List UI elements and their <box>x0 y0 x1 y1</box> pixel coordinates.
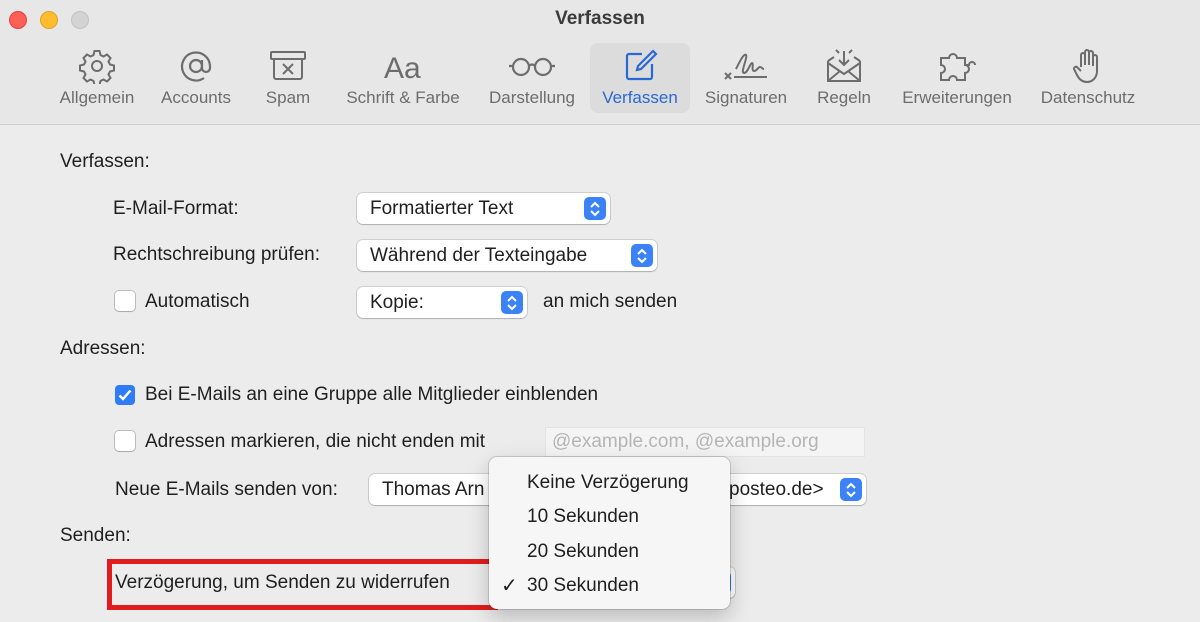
auto-copy-value: Kopie: <box>370 292 424 313</box>
chevron-updown-icon <box>840 478 862 501</box>
at-icon <box>178 46 214 86</box>
undo-send-menu: Keine Verzögerung 10 Sekunden 20 Sekunde… <box>489 457 730 609</box>
tab-label: Erweiterungen <box>902 88 1012 107</box>
puzzle-icon <box>935 46 979 86</box>
tab-schrift-farbe[interactable]: Aa Schrift & Farbe <box>338 43 468 113</box>
rules-envelope-icon <box>824 46 864 86</box>
send-from-label: Neue E-Mails senden von: <box>115 479 338 500</box>
hand-icon <box>1072 46 1104 86</box>
tab-allgemein[interactable]: Allgemein <box>53 43 141 113</box>
tab-verfassen[interactable]: Verfassen <box>590 43 690 113</box>
auto-copy-suffix: an mich senden <box>543 291 678 312</box>
send-from-value-end: posteo.de> <box>729 479 824 500</box>
menu-item-30-sekunden[interactable]: 30 Sekunden <box>527 574 639 598</box>
mark-addresses-checkbox[interactable] <box>115 431 135 451</box>
group-members-label: Bei E-Mails an eine Gruppe alle Mitglied… <box>145 384 599 405</box>
compose-icon <box>622 46 658 86</box>
tab-erweiterungen[interactable]: Erweiterungen <box>893 43 1021 113</box>
tab-accounts[interactable]: Accounts <box>152 43 240 113</box>
domain-exclusion-placeholder: @example.com, @example.org <box>552 431 819 452</box>
auto-copy-popup[interactable]: Kopie: <box>357 287 527 318</box>
tab-label: Verfassen <box>602 88 678 107</box>
auto-copy-checkbox[interactable] <box>115 291 135 311</box>
glasses-icon <box>507 46 557 86</box>
junk-tray-icon <box>269 46 307 86</box>
menu-item-10-sekunden[interactable]: 10 Sekunden <box>527 505 639 529</box>
annotation-highlight-box <box>107 559 498 610</box>
font-icon: Aa <box>383 46 423 86</box>
gear-icon <box>79 46 115 86</box>
tab-darstellung[interactable]: Darstellung <box>480 43 584 113</box>
tab-label: Spam <box>265 88 311 107</box>
selected-check-icon: ✓ <box>501 575 518 597</box>
spellcheck-label: Rechtschreibung prüfen: <box>113 244 321 265</box>
signature-icon <box>722 46 770 86</box>
window-toolbar: Verfassen Allgemein Accounts Spam Aa Sch… <box>0 0 1200 125</box>
spellcheck-popup[interactable]: Während der Texteingabe <box>357 240 657 271</box>
section-label-compose: Verfassen: <box>60 151 150 172</box>
menu-item-keine-verzoegerung[interactable]: Keine Verzögerung <box>527 471 689 495</box>
svg-text:Aa: Aa <box>384 52 421 83</box>
tab-regeln[interactable]: Regeln <box>808 43 880 113</box>
chevron-updown-icon <box>631 244 653 267</box>
tab-label: Schrift & Farbe <box>346 88 460 107</box>
window-title: Verfassen <box>555 8 645 29</box>
chevron-updown-icon <box>501 291 523 314</box>
tab-label: Regeln <box>817 88 871 107</box>
email-format-label: E-Mail-Format: <box>113 198 239 219</box>
chevron-updown-icon <box>584 197 606 220</box>
tab-signaturen[interactable]: Signaturen <box>698 43 794 113</box>
tab-label: Accounts <box>161 88 231 107</box>
send-from-value-start: Thomas Arn <box>382 479 485 500</box>
auto-copy-label: Automatisch <box>145 291 250 312</box>
domain-exclusion-field[interactable]: @example.com, @example.org <box>545 427 865 457</box>
tab-datenschutz[interactable]: Datenschutz <box>1033 43 1143 113</box>
section-label-send: Senden: <box>60 525 131 546</box>
spellcheck-value: Während der Texteingabe <box>370 245 588 266</box>
tab-label: Signaturen <box>704 88 788 107</box>
tab-label: Darstellung <box>489 88 575 107</box>
tab-label: Datenschutz <box>1040 88 1136 107</box>
email-format-value: Formatierter Text <box>370 198 514 219</box>
group-members-checkbox[interactable] <box>115 385 135 405</box>
checkmark-icon <box>118 389 132 401</box>
mark-addresses-label: Adressen markieren, die nicht enden mit <box>145 431 486 452</box>
section-label-addresses: Adressen: <box>60 338 146 359</box>
email-format-popup[interactable]: Formatierter Text <box>357 193 610 224</box>
menu-item-20-sekunden[interactable]: 20 Sekunden <box>527 540 639 564</box>
tab-label: Allgemein <box>59 88 135 107</box>
tab-spam[interactable]: Spam <box>250 43 326 113</box>
